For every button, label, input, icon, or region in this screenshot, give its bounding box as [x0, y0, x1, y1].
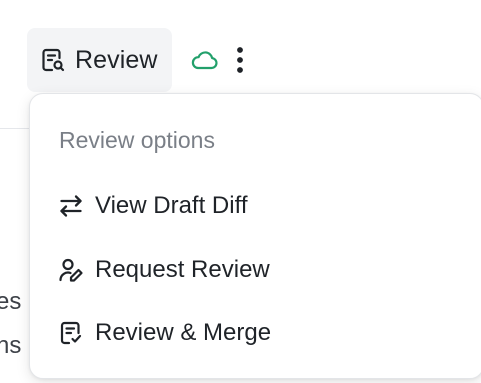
- user-edit-icon: [58, 257, 84, 283]
- menu-heading: Review options: [59, 127, 215, 153]
- menu-item-review-merge[interactable]: Review & Merge: [30, 305, 481, 361]
- review-merge-icon: [58, 320, 84, 346]
- review-document-icon: [40, 47, 66, 73]
- background-text-fragment: es: [0, 288, 22, 315]
- menu-item-request-review[interactable]: Request Review: [30, 242, 481, 298]
- menu-item-label: Request Review: [95, 256, 270, 283]
- review-button-label: Review: [75, 45, 158, 74]
- background-text-fragment: ns: [0, 332, 22, 359]
- kebab-icon[interactable]: [233, 45, 247, 75]
- cloud-icon[interactable]: [190, 49, 220, 71]
- divider: [0, 128, 30, 129]
- toolbar: Review: [27, 28, 247, 92]
- review-button[interactable]: Review: [27, 28, 172, 92]
- review-options-menu: Review options View Draft Diff Request R…: [29, 93, 481, 379]
- stage: es ns Review Review options View Draft D…: [0, 0, 481, 383]
- menu-item-label: View Draft Diff: [95, 192, 248, 219]
- swap-arrows-icon: [58, 193, 84, 219]
- menu-item-view-draft-diff[interactable]: View Draft Diff: [30, 178, 481, 234]
- menu-item-label: Review & Merge: [95, 319, 272, 346]
